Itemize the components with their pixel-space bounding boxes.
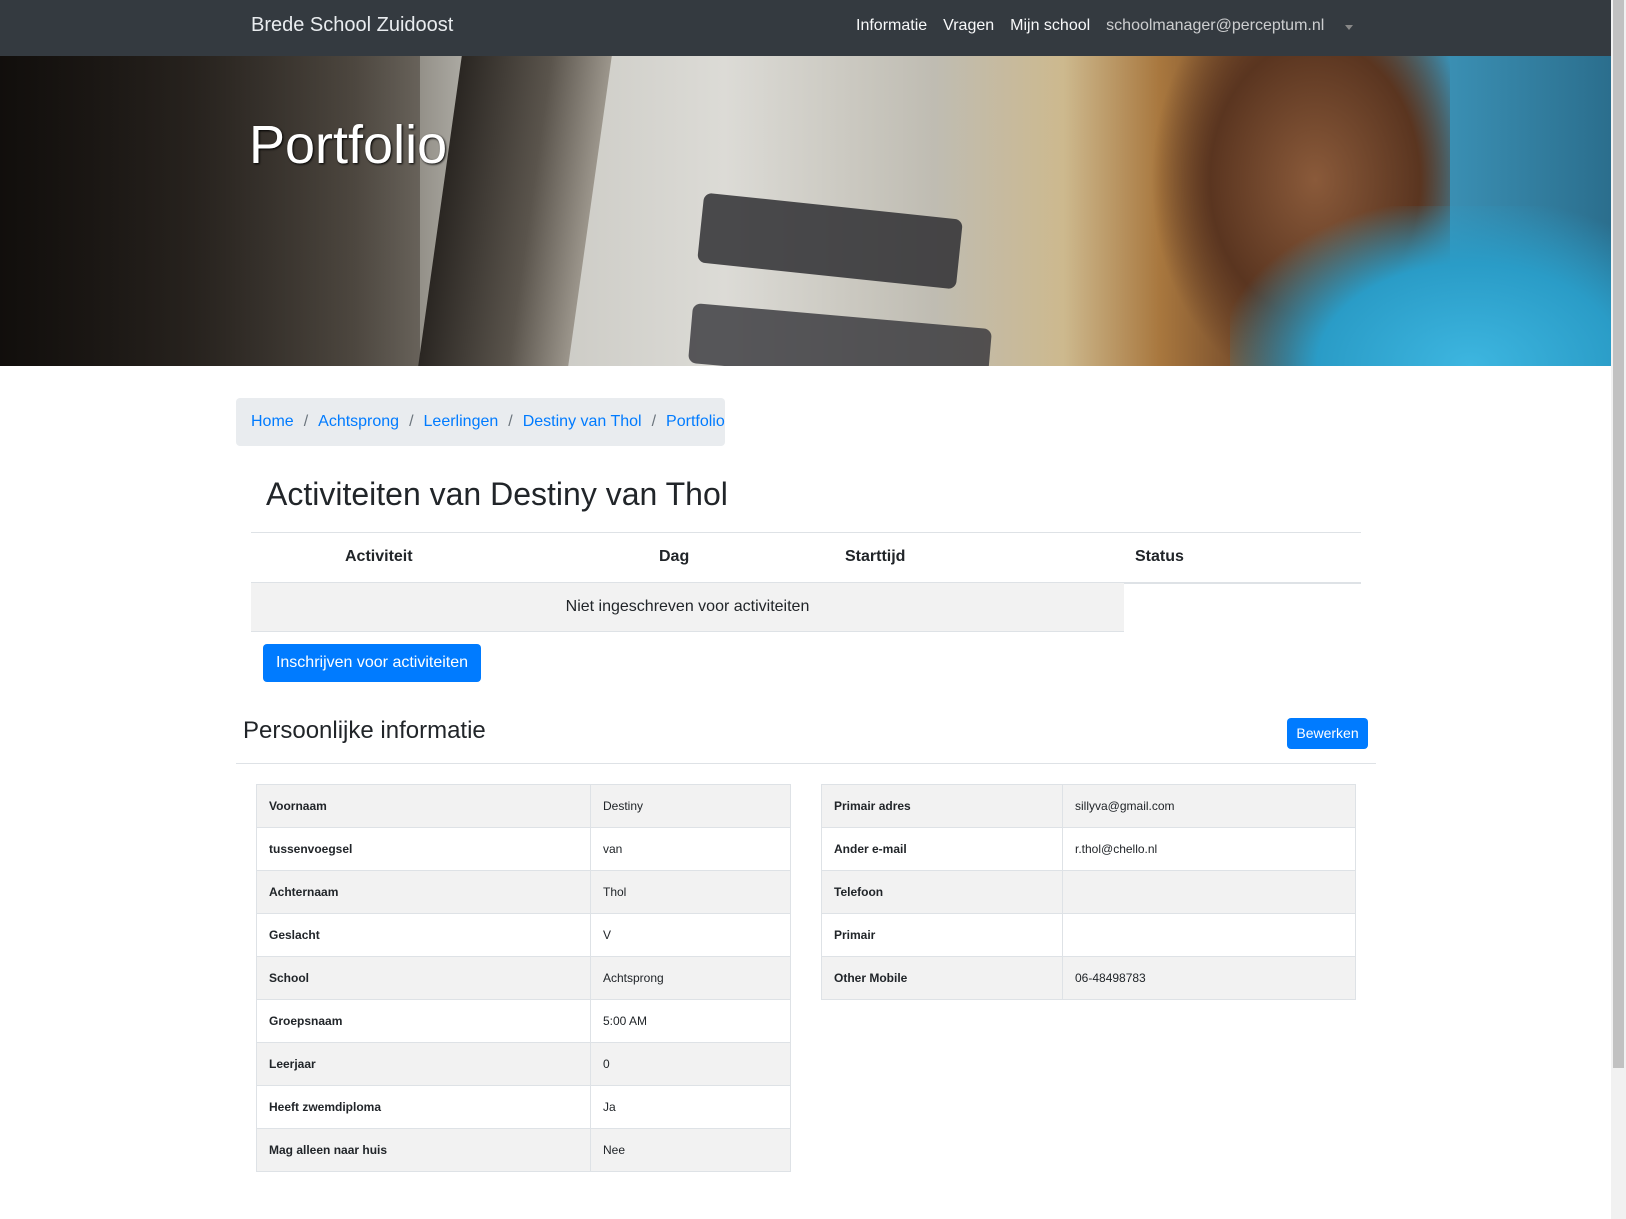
field-label: Heeft zwemdiploma <box>256 1085 591 1129</box>
contact-info-table: Primair adres sillyva@gmail.com Ander e-m… <box>821 784 1356 1000</box>
field-label: Voornaam <box>256 784 591 828</box>
table-row: Geslacht V <box>256 913 791 957</box>
chevron-down-icon[interactable] <box>1345 25 1353 30</box>
field-label: Ander e-mail <box>821 827 1063 871</box>
nav-link-mijn-school[interactable]: Mijn school <box>1010 17 1090 35</box>
breadcrumb-separator: / <box>651 413 657 430</box>
table-row: Voornaam Destiny <box>256 784 791 828</box>
top-navbar: Brede School Zuidoost Informatie Vragen … <box>0 0 1611 56</box>
hero-image-keyboard <box>687 303 993 366</box>
field-label: Groepsnaam <box>256 999 591 1043</box>
user-menu[interactable]: schoolmanager@perceptum.nl <box>1106 17 1324 35</box>
column-header-status: Status <box>1135 548 1184 565</box>
breadcrumb: Home / Achtsprong / Leerlingen / Destiny… <box>236 398 725 446</box>
field-label: School <box>256 956 591 1000</box>
table-row: Ander e-mail r.thol@chello.nl <box>821 827 1356 871</box>
field-label: Primair <box>821 913 1063 957</box>
field-value <box>1062 913 1356 957</box>
breadcrumb-item-portfolio[interactable]: Portfolio <box>666 413 725 431</box>
field-label: Telefoon <box>821 870 1063 914</box>
hero-image-monitor <box>418 56 612 366</box>
nav-link-informatie[interactable]: Informatie <box>856 17 927 35</box>
breadcrumb-item-student[interactable]: Destiny van Thol <box>523 413 642 431</box>
field-label: tussenvoegsel <box>256 827 591 871</box>
table-row: tussenvoegsel van <box>256 827 791 871</box>
field-value: V <box>590 913 791 957</box>
table-row: Telefoon <box>821 870 1356 914</box>
table-row: School Achtsprong <box>256 956 791 1000</box>
table-row: Heeft zwemdiploma Ja <box>256 1085 791 1129</box>
field-value <box>1062 870 1356 914</box>
column-header-starttijd: Starttijd <box>845 548 906 565</box>
table-row: Primair adres sillyva@gmail.com <box>821 784 1356 828</box>
breadcrumb-separator: / <box>409 413 414 430</box>
activities-table: Activiteit Dag Starttijd Status Niet ing… <box>251 532 1361 632</box>
field-value: van <box>590 827 791 871</box>
field-value: Ja <box>590 1085 791 1129</box>
activities-heading: Activiteiten van Destiny van Thol <box>266 476 728 512</box>
breadcrumb-separator: / <box>508 413 513 430</box>
field-value: 0 <box>590 1042 791 1086</box>
breadcrumb-item-home[interactable]: Home <box>251 413 294 431</box>
breadcrumb-separator: / <box>303 413 309 430</box>
field-value: sillyva@gmail.com <box>1062 784 1356 828</box>
hero-image-shirt <box>1230 206 1611 366</box>
column-header-activiteit: Activiteit <box>345 548 413 565</box>
field-value: 06-48498783 <box>1062 956 1356 1000</box>
field-label: Other Mobile <box>821 956 1063 1000</box>
field-value: Nee <box>590 1128 791 1172</box>
field-label: Primair adres <box>821 784 1063 828</box>
divider <box>236 763 1376 764</box>
column-header-dag: Dag <box>659 548 690 565</box>
page-title: Portfolio <box>249 115 448 175</box>
personal-info-heading: Persoonlijke informatie <box>243 717 486 744</box>
vertical-scrollbar[interactable] <box>1611 0 1626 1219</box>
breadcrumb-item-students[interactable]: Leerlingen <box>424 413 499 431</box>
table-row: Other Mobile 06-48498783 <box>821 956 1356 1000</box>
edit-button[interactable]: Bewerken <box>1287 718 1368 749</box>
nav-link-vragen[interactable]: Vragen <box>943 17 994 35</box>
breadcrumb-item-school[interactable]: Achtsprong <box>318 413 399 431</box>
enroll-activities-button[interactable]: Inschrijven voor activiteiten <box>263 644 481 682</box>
nav-links: Informatie Vragen Mijn school schoolmana… <box>856 17 1340 35</box>
table-row: Mag alleen naar huis Nee <box>256 1128 791 1172</box>
activities-empty-row: Niet ingeschreven voor activiteiten <box>251 583 1124 632</box>
personal-info-table: Voornaam Destiny tussenvoegsel van Achtern… <box>256 784 791 1172</box>
table-row: Leerjaar 0 <box>256 1042 791 1086</box>
field-value: Thol <box>590 870 791 914</box>
field-label: Leerjaar <box>256 1042 591 1086</box>
field-label: Geslacht <box>256 913 591 957</box>
activities-table-header: Activiteit Dag Starttijd Status <box>251 532 1361 584</box>
field-value: r.thol@chello.nl <box>1062 827 1356 871</box>
field-label: Mag alleen naar huis <box>256 1128 591 1172</box>
hero-image-shade <box>0 56 420 366</box>
scrollbar-thumb[interactable] <box>1613 0 1624 1068</box>
table-row: Groepsnaam 5:00 AM <box>256 999 791 1043</box>
field-label: Achternaam <box>256 870 591 914</box>
brand-link[interactable]: Brede School Zuidoost <box>251 14 453 37</box>
field-value: Achtsprong <box>590 956 791 1000</box>
table-row: Achternaam Thol <box>256 870 791 914</box>
field-value: Destiny <box>590 784 791 828</box>
hero-image-keyboard <box>697 192 963 290</box>
field-value: 5:00 AM <box>590 999 791 1043</box>
table-row: Primair <box>821 913 1356 957</box>
hero-banner: Portfolio <box>0 56 1611 366</box>
